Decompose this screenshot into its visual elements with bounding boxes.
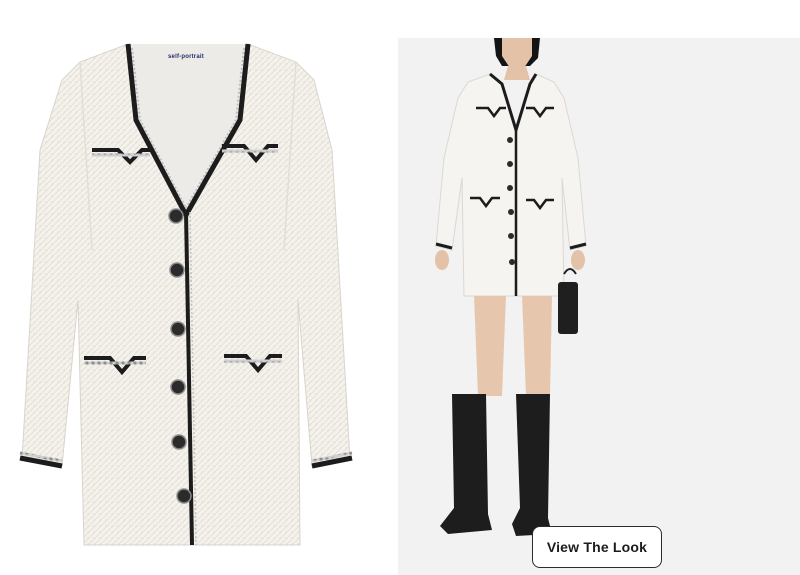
- view-the-look-button[interactable]: View The Look: [532, 526, 662, 568]
- product-image: self-portrait: [0, 0, 388, 575]
- model-image: [398, 38, 800, 575]
- handbag: [558, 282, 578, 334]
- model-illustration: [398, 38, 800, 575]
- dress-illustration: [19, 43, 353, 546]
- brand-label: self-portrait: [168, 54, 204, 60]
